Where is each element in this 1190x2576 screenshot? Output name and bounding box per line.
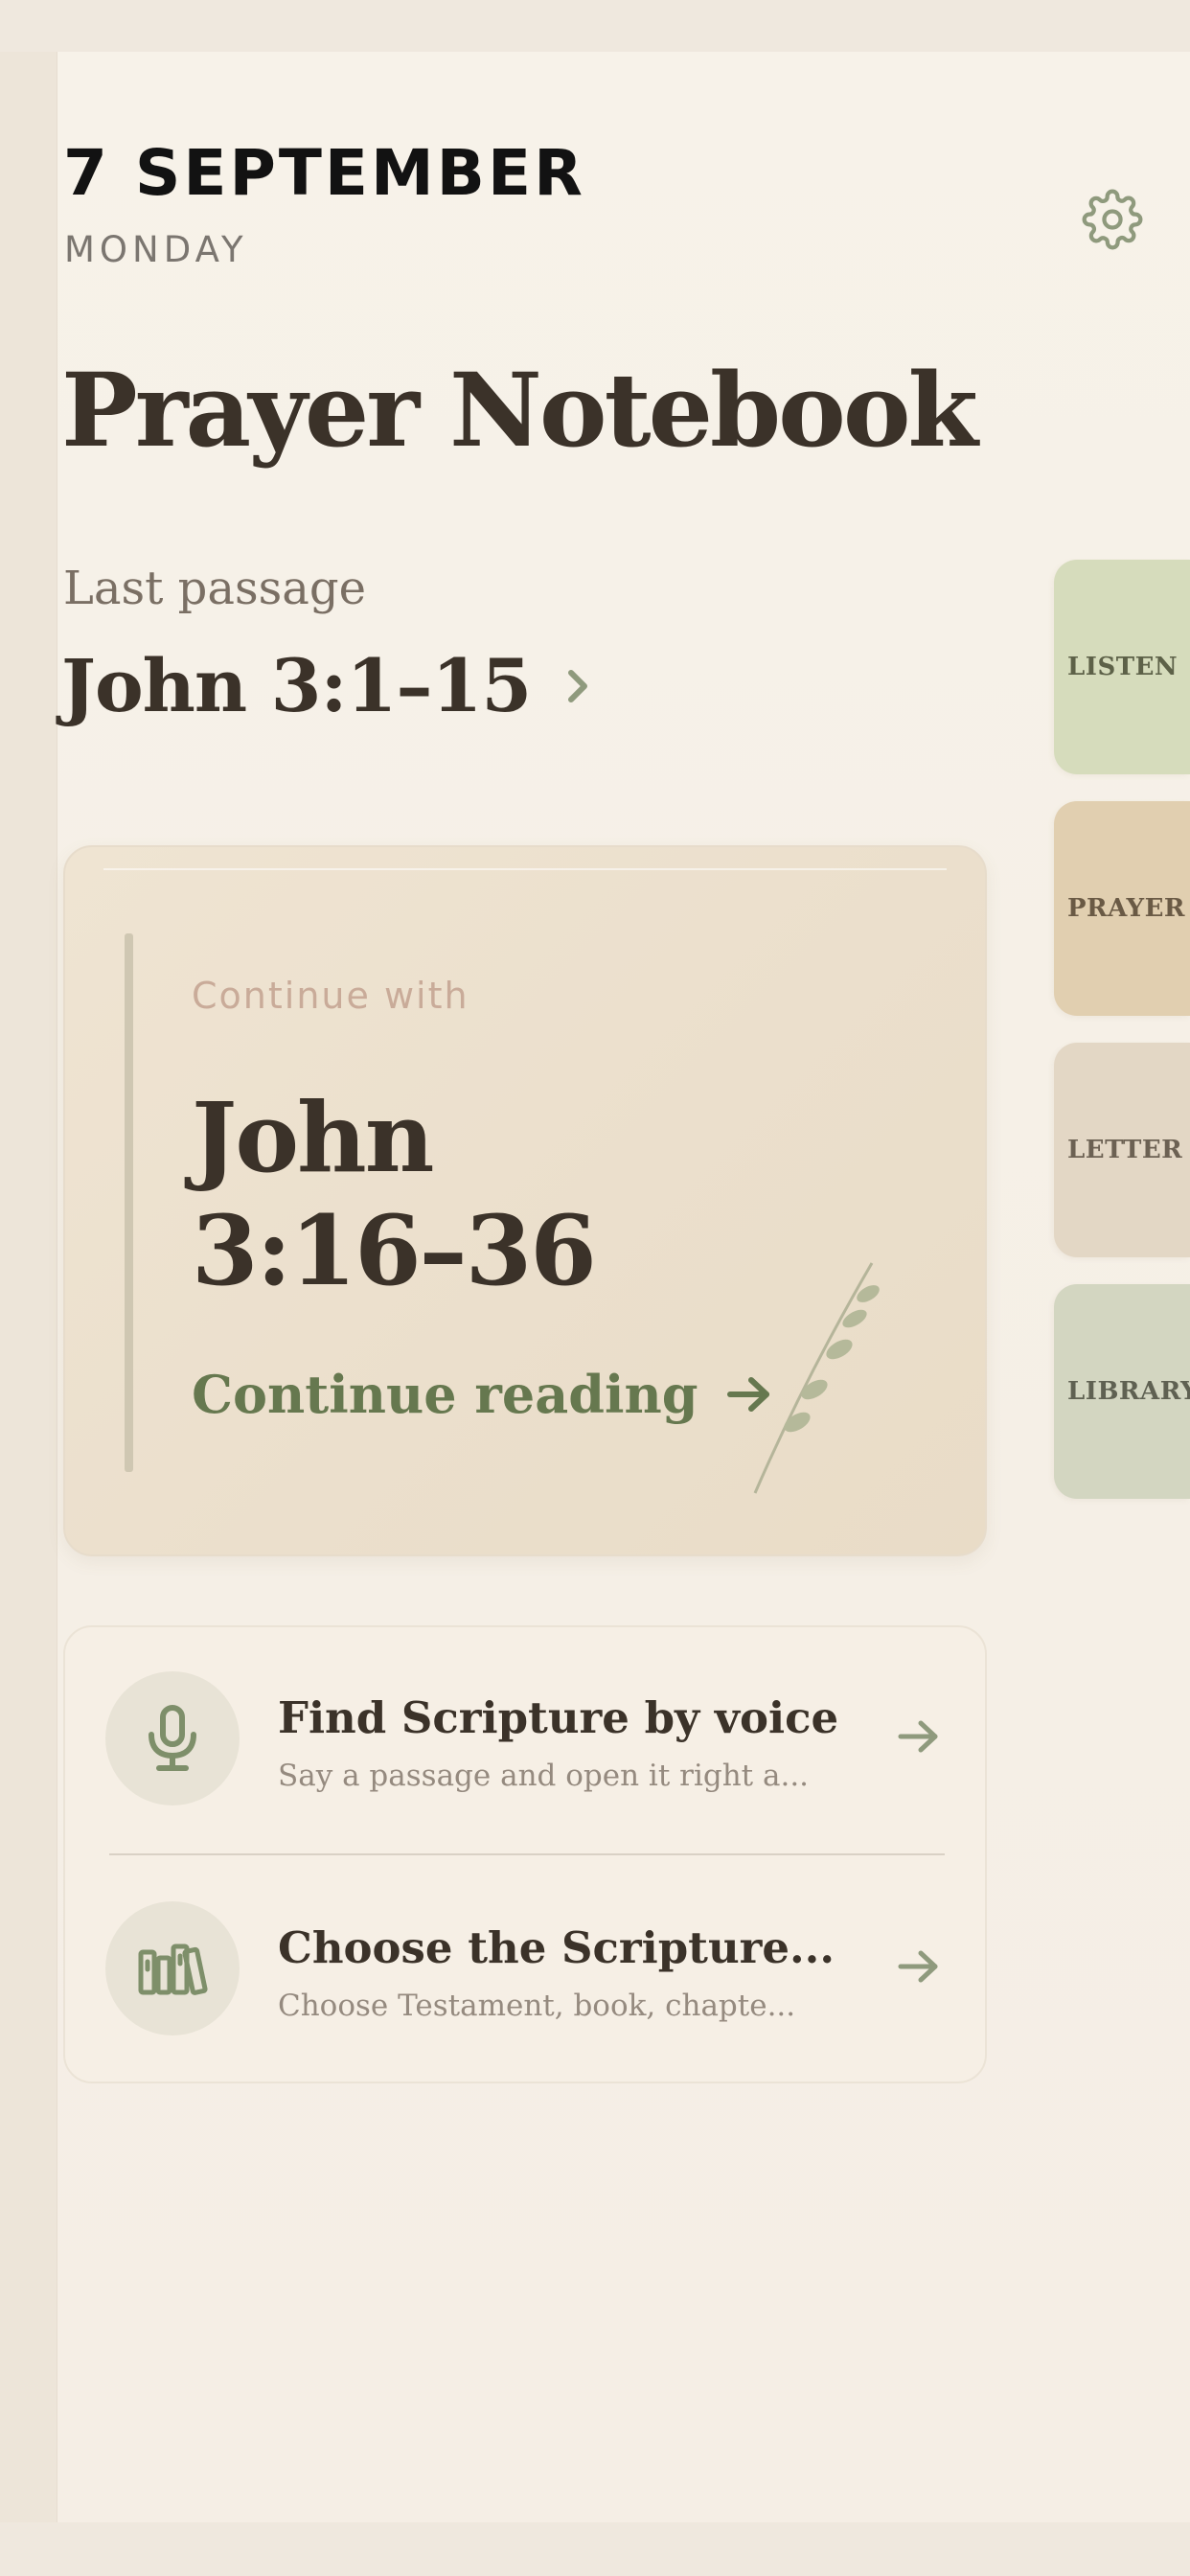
bottom-strip xyxy=(0,2522,1190,2576)
card-highlight xyxy=(103,868,947,870)
continue-book: John xyxy=(192,1081,434,1194)
settings-button[interactable] xyxy=(1079,186,1146,253)
tab-prayer-label: PRAYER xyxy=(1067,894,1186,923)
weekday-label: MONDAY xyxy=(64,229,248,270)
voice-icon-circle xyxy=(105,1671,240,1806)
continue-reading-button[interactable]: Continue reading xyxy=(192,1368,772,1420)
page-title: Prayer Notebook xyxy=(61,350,978,470)
actions-divider xyxy=(109,1853,945,1855)
tab-library-label: LIBRARY xyxy=(1067,1377,1190,1406)
tab-letter[interactable]: LETTER xyxy=(1054,1043,1190,1257)
continue-reading-card[interactable]: Continue with John 3:16–36 Continue read… xyxy=(63,845,987,1556)
find-by-voice-row[interactable]: Find Scripture by voice Say a passage an… xyxy=(65,1644,989,1836)
tab-prayer[interactable]: PRAYER xyxy=(1054,801,1190,1016)
arrow-right-icon xyxy=(898,1720,938,1753)
scripture-actions-card: Find Scripture by voice Say a passage an… xyxy=(63,1625,987,2083)
tab-listen-label: LISTEN xyxy=(1067,653,1179,681)
tab-listen[interactable]: LISTEN xyxy=(1054,560,1190,774)
last-passage-link[interactable]: John 3:1–15 xyxy=(61,650,592,723)
books-icon xyxy=(138,1944,208,1995)
gear-icon xyxy=(1082,189,1143,250)
continue-reading-label: Continue reading xyxy=(192,1364,698,1425)
arrow-right-icon xyxy=(898,1950,938,1983)
microphone-icon xyxy=(149,1705,196,1771)
card-accent-bar xyxy=(125,933,133,1472)
notebook-spine xyxy=(0,52,57,2522)
last-passage-reference: John 3:1–15 xyxy=(61,643,532,728)
voice-action-subtitle: Say a passage and open it right a... xyxy=(278,1759,810,1793)
voice-action-title: Find Scripture by voice xyxy=(278,1692,839,1743)
top-strip xyxy=(0,0,1190,52)
chevron-right-icon xyxy=(568,670,588,702)
continue-reference: John 3:16–36 xyxy=(192,1081,597,1307)
tab-library[interactable]: LIBRARY xyxy=(1054,1284,1190,1499)
olive-branch-icon xyxy=(753,1262,880,1494)
choose-action-subtitle: Choose Testament, book, chapte... xyxy=(278,1989,796,2023)
choose-scripture-row[interactable]: Choose the Scripture... Choose Testament… xyxy=(65,1874,989,2066)
last-passage-label: Last passage xyxy=(63,562,367,615)
continue-verses: 3:16–36 xyxy=(192,1194,597,1307)
date-heading: 7 SEPTEMBER xyxy=(63,136,585,210)
continue-kicker: Continue with xyxy=(192,975,469,1017)
tab-letter-label: LETTER xyxy=(1067,1136,1183,1164)
books-icon-circle xyxy=(105,1901,240,2036)
choose-action-title: Choose the Scripture... xyxy=(278,1922,835,1973)
